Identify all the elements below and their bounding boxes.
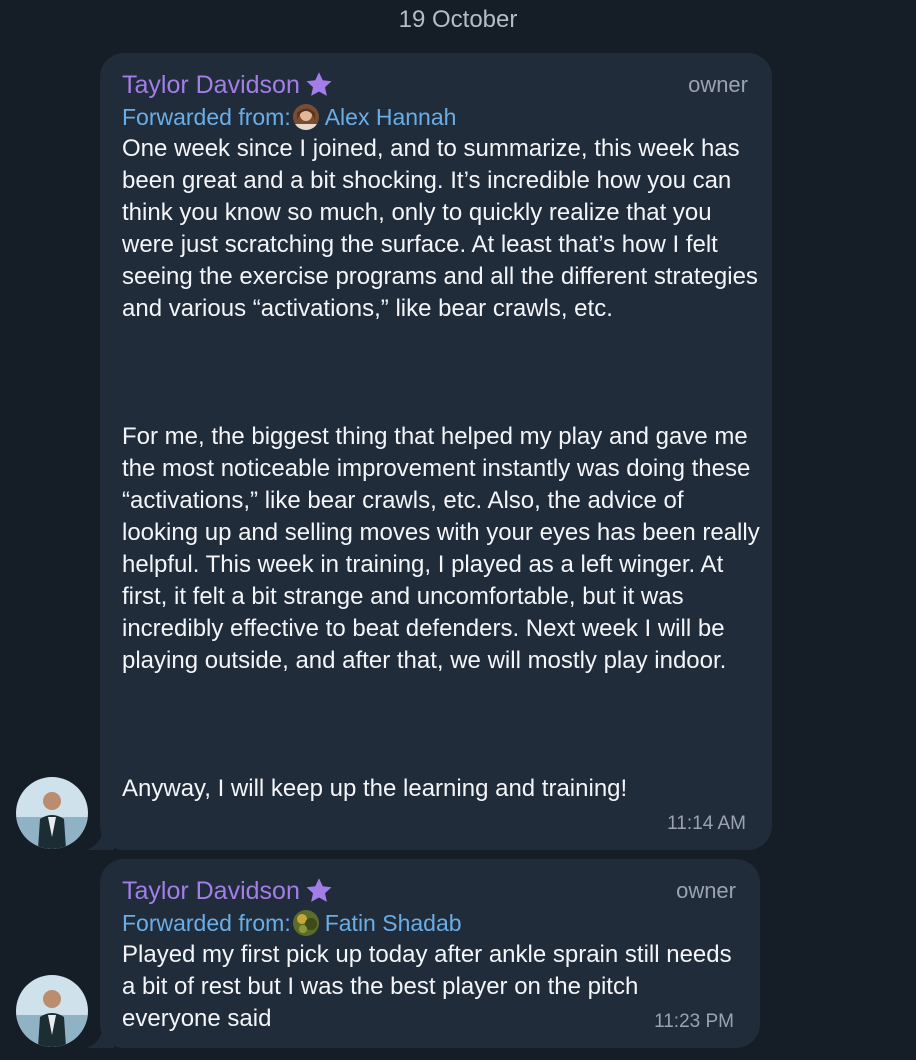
- message-paragraph: One week since I joined, and to summariz…: [122, 135, 765, 322]
- bubble-tail: [86, 828, 114, 850]
- message-paragraph: Anyway, I will keep up the learning and …: [122, 775, 628, 802]
- sender-avatar[interactable]: [16, 777, 88, 849]
- star-icon: [304, 876, 334, 906]
- forwarded-name[interactable]: Alex Hannah: [325, 103, 457, 131]
- sender-name[interactable]: Taylor Davidson: [122, 876, 300, 906]
- message-paragraph: For me, the biggest thing that helped my…: [122, 423, 767, 674]
- sender-row: Taylor Davidson: [122, 875, 334, 907]
- message-time: 11:14 AM: [667, 813, 746, 834]
- role-badge: owner: [688, 72, 748, 97]
- forwarded-prefix: Forwarded from:: [122, 104, 291, 130]
- forwarded-prefix: Forwarded from:: [122, 910, 291, 936]
- forwarded-name[interactable]: Fatin Shadab: [325, 909, 462, 937]
- message-bubble[interactable]: Taylor Davidson owner Forwarded from: Fa…: [86, 859, 760, 1048]
- date-separator: 19 October: [398, 6, 518, 33]
- forwarded-row[interactable]: Forwarded from: Fatin Shadab: [122, 907, 462, 939]
- star-icon: [304, 70, 334, 100]
- message-time: 11:23 PM: [654, 1011, 734, 1032]
- bubble-tail: [86, 1026, 114, 1048]
- forwarded-avatar: [292, 104, 319, 130]
- sender-name[interactable]: Taylor Davidson: [122, 70, 300, 100]
- message-bubble[interactable]: Taylor Davidson owner Forwarded from: Al…: [86, 53, 772, 850]
- role-badge: owner: [676, 878, 736, 903]
- sender-row: Taylor Davidson: [122, 69, 334, 101]
- message-paragraph: Played my first pick up today after ankl…: [122, 941, 739, 1032]
- sender-avatar[interactable]: [16, 975, 88, 1047]
- forwarded-row[interactable]: Forwarded from: Alex Hannah: [122, 101, 456, 133]
- forwarded-avatar: [292, 910, 319, 936]
